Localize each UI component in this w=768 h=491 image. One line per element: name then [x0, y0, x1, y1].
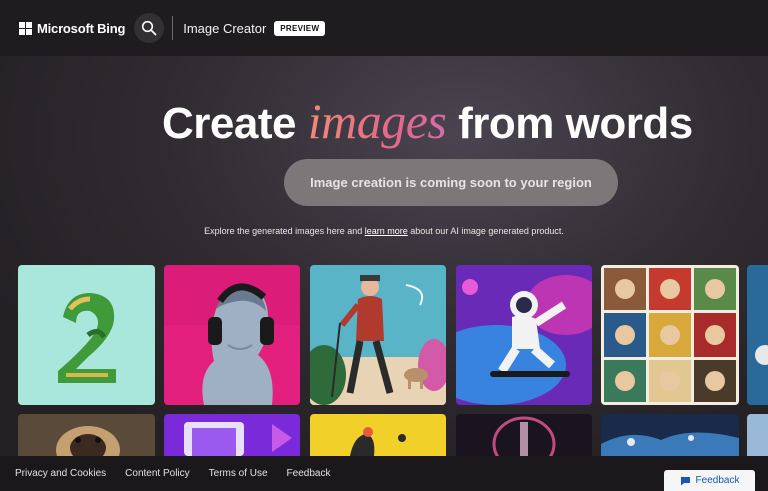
gallery-tile-purple[interactable] [164, 414, 300, 456]
gallery-tile-space[interactable] [456, 414, 592, 456]
region-status-text: Image creation is coming soon to your re… [310, 175, 592, 190]
preview-badge: PREVIEW [274, 20, 326, 36]
product-title[interactable]: Image Creator [183, 21, 266, 36]
region-status-pill: Image creation is coming soon to your re… [284, 159, 618, 206]
gallery-tile-old-man[interactable] [310, 265, 446, 405]
bing-logo-link[interactable]: Microsoft Bing [19, 21, 125, 36]
portrait-grid-image [601, 265, 739, 405]
gallery-tile-yellow[interactable] [310, 414, 446, 456]
footer-link-content-policy[interactable]: Content Policy [125, 468, 189, 479]
pug-image [18, 414, 155, 456]
headline-word-create: Create [162, 99, 296, 148]
edge-tile-2-image [747, 414, 768, 456]
gallery-tile-bust[interactable] [164, 265, 300, 405]
gallery-tile-edge-2[interactable] [747, 414, 768, 456]
yellow-still-life-image [310, 414, 446, 456]
gallery-tile-portraits[interactable] [601, 265, 739, 405]
explore-text-before: Explore the generated images here and [204, 226, 363, 236]
learn-more-link[interactable]: learn more [365, 226, 408, 236]
explore-text: Explore the generated images here and le… [0, 226, 768, 236]
purple-tech-image [164, 414, 300, 456]
search-button[interactable] [134, 13, 165, 43]
space-glow-image [456, 414, 592, 456]
page-footer: Privacy and Cookies Content Policy Terms… [0, 456, 768, 491]
headline-words-end: from words [458, 99, 693, 148]
footer-link-terms[interactable]: Terms of Use [209, 468, 268, 479]
brand-name: Microsoft Bing [37, 20, 126, 36]
feedback-button-label: Feedback [695, 475, 740, 486]
page-headline: Create images from words [162, 92, 693, 150]
explore-text-after: about our AI image generated product. [410, 226, 564, 236]
gallery-tile-number-2[interactable] [18, 265, 155, 405]
gallery-tile-edge[interactable] [747, 265, 768, 405]
search-icon [142, 20, 157, 36]
footer-link-privacy[interactable]: Privacy and Cookies [15, 468, 106, 479]
bust-headphones-image [164, 265, 300, 405]
microsoft-logo-icon [19, 21, 32, 35]
astronaut-skateboard-image [456, 265, 592, 405]
gallery-tile-landscape[interactable] [601, 414, 739, 456]
gallery-tile-astronaut[interactable] [456, 265, 592, 405]
headline-accent: images [307, 93, 447, 149]
night-landscape-image [601, 414, 739, 456]
chat-bubble-icon [680, 476, 690, 485]
old-man-walking-image [310, 265, 446, 405]
edge-tile-image [747, 265, 768, 405]
leafy-number-two-image [18, 265, 155, 405]
gallery-tile-pug[interactable] [18, 414, 155, 456]
header-divider [172, 16, 174, 40]
feedback-button[interactable]: Feedback [664, 470, 755, 491]
top-header: Microsoft Bing Image Creator PREVIEW [0, 0, 768, 56]
footer-link-feedback[interactable]: Feedback [287, 468, 331, 479]
